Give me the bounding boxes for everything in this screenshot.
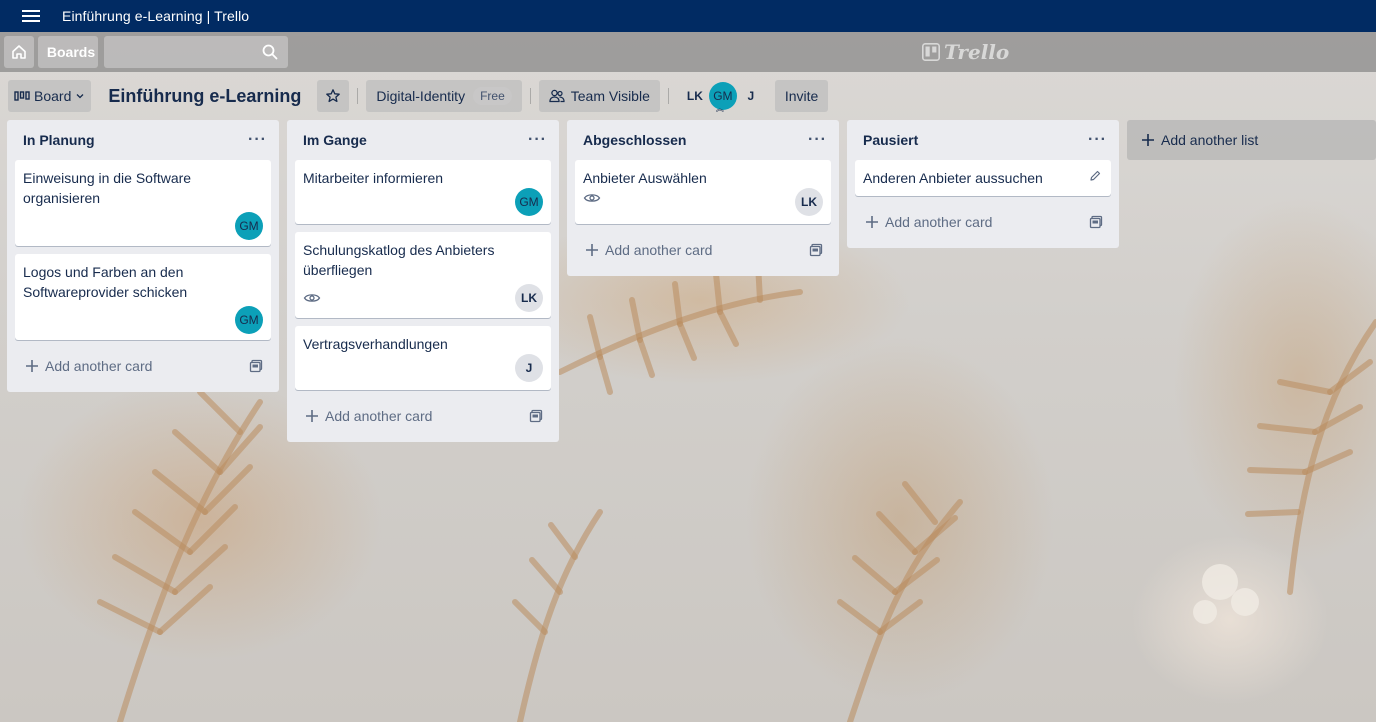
divider: [357, 88, 359, 104]
board-members: LK GM J ︽: [681, 82, 765, 113]
add-card-label: Add another card: [605, 242, 713, 258]
list-menu-icon[interactable]: ···: [248, 131, 267, 149]
search-icon: [262, 44, 278, 60]
divider: [529, 88, 531, 104]
card-title: Anderen Anbieter aussuchen: [863, 170, 1043, 186]
plus-icon: [26, 360, 38, 372]
search-input[interactable]: [104, 36, 288, 68]
watch-eye-icon: [303, 294, 321, 302]
invite-button[interactable]: Invite: [774, 80, 829, 112]
star-board-button[interactable]: [317, 80, 350, 112]
member-avatar[interactable]: LK: [681, 82, 709, 110]
search-box[interactable]: [104, 36, 288, 68]
add-card-button[interactable]: Add another card: [575, 232, 831, 268]
watch-eye-icon: [583, 194, 601, 202]
admin-chevron-icon: ︽: [715, 104, 724, 113]
board-view-label: Board: [34, 88, 72, 104]
card-title: Logos und Farben an den Softwareprovider…: [23, 264, 188, 300]
list-im-gange: Im Gange ··· Mitarbeiter informieren GM …: [287, 120, 559, 442]
list-pausiert: Pausiert ··· Anderen Anbieter aussuchen …: [847, 120, 1119, 248]
card-title: Anbieter Auswählen: [583, 170, 707, 186]
workspace-button[interactable]: Digital-Identity Free: [366, 80, 522, 112]
list-abgeschlossen: Abgeschlossen ··· Anbieter Auswählen LK …: [567, 120, 839, 276]
card[interactable]: Schulungskatlog des Anbieters überfliege…: [295, 232, 551, 318]
team-icon: [549, 89, 565, 103]
card-template-icon[interactable]: [529, 409, 543, 423]
card-title: Vertragsverhandlungen: [303, 336, 448, 352]
divider: [667, 88, 669, 104]
list-menu-icon[interactable]: ···: [1088, 131, 1107, 149]
card-member-avatar[interactable]: J: [515, 354, 543, 382]
home-icon: [12, 45, 26, 59]
card[interactable]: Einweisung in die Software organisieren …: [15, 160, 271, 246]
board-view-icon: [14, 91, 30, 101]
boards-button[interactable]: Boards: [38, 36, 98, 68]
home-button[interactable]: [4, 36, 34, 68]
window-title: Einführung e-Learning | Trello: [62, 8, 250, 24]
board-title[interactable]: Einführung e-Learning: [108, 86, 301, 107]
card-member-avatar[interactable]: GM: [235, 306, 263, 334]
plus-icon: [586, 244, 598, 256]
card-member-avatar[interactable]: GM: [515, 188, 543, 216]
workspace-label: Digital-Identity: [376, 88, 466, 104]
card[interactable]: Mitarbeiter informieren GM: [295, 160, 551, 224]
list-header: Im Gange ···: [295, 120, 551, 160]
card-title: Schulungskatlog des Anbieters überfliege…: [303, 242, 495, 278]
list-menu-icon[interactable]: ···: [808, 131, 827, 149]
add-card-button[interactable]: Add another card: [855, 204, 1111, 240]
card[interactable]: Anbieter Auswählen LK: [575, 160, 831, 224]
list-title[interactable]: Pausiert: [863, 132, 918, 148]
list-menu-icon[interactable]: ···: [528, 131, 547, 149]
list-title[interactable]: In Planung: [23, 132, 95, 148]
add-list-label: Add another list: [1161, 132, 1259, 148]
card-template-icon[interactable]: [809, 243, 823, 257]
visibility-button[interactable]: Team Visible: [538, 80, 660, 112]
card-template-icon[interactable]: [1089, 215, 1103, 229]
plus-icon: [866, 216, 878, 228]
visibility-label: Team Visible: [570, 88, 650, 104]
card[interactable]: Vertragsverhandlungen J: [295, 326, 551, 390]
app-header: Boards Trello: [0, 32, 1376, 72]
hamburger-menu-icon[interactable]: [0, 10, 62, 22]
list-header: In Planung ···: [15, 120, 271, 160]
member-avatar[interactable]: J: [737, 82, 765, 110]
plus-icon: [306, 410, 318, 422]
edit-pencil-icon[interactable]: [1089, 170, 1101, 182]
card[interactable]: Logos und Farben an den Softwareprovider…: [15, 254, 271, 340]
add-card-button[interactable]: Add another card: [15, 348, 271, 384]
list-title[interactable]: Abgeschlossen: [583, 132, 686, 148]
chevron-down-icon: [76, 94, 84, 99]
trello-logo-text: Trello: [944, 40, 1010, 64]
board-view-switcher[interactable]: Board: [8, 80, 92, 112]
card-title: Mitarbeiter informieren: [303, 170, 444, 186]
add-card-button[interactable]: Add another card: [295, 398, 551, 434]
card-title: Einweisung in die Software organisieren: [23, 170, 192, 206]
card-member-avatar[interactable]: LK: [515, 284, 543, 312]
star-icon: [326, 89, 341, 103]
card[interactable]: Anderen Anbieter aussuchen: [855, 160, 1111, 196]
trello-logo[interactable]: Trello: [922, 40, 1009, 64]
list-in-planung: In Planung ··· Einweisung in die Softwar…: [7, 120, 279, 392]
board-header: Board Einführung e-Learning Digital-Iden…: [0, 80, 1376, 113]
card-member-avatar[interactable]: GM: [235, 212, 263, 240]
list-title[interactable]: Im Gange: [303, 132, 367, 148]
window-titlebar: Einführung e-Learning | Trello: [0, 0, 1376, 32]
workspace-plan-badge: Free: [473, 87, 512, 105]
list-header: Abgeschlossen ···: [575, 120, 831, 160]
list-header: Pausiert ···: [855, 120, 1111, 160]
add-card-label: Add another card: [45, 358, 153, 374]
add-list-button[interactable]: Add another list: [1127, 120, 1376, 160]
trello-logo-icon: [922, 43, 940, 61]
add-card-label: Add another card: [325, 408, 433, 424]
card-member-avatar[interactable]: LK: [795, 188, 823, 216]
card-template-icon[interactable]: [249, 359, 263, 373]
plus-icon: [1142, 134, 1154, 146]
boards-label: Boards: [46, 44, 96, 60]
add-card-label: Add another card: [885, 214, 993, 230]
